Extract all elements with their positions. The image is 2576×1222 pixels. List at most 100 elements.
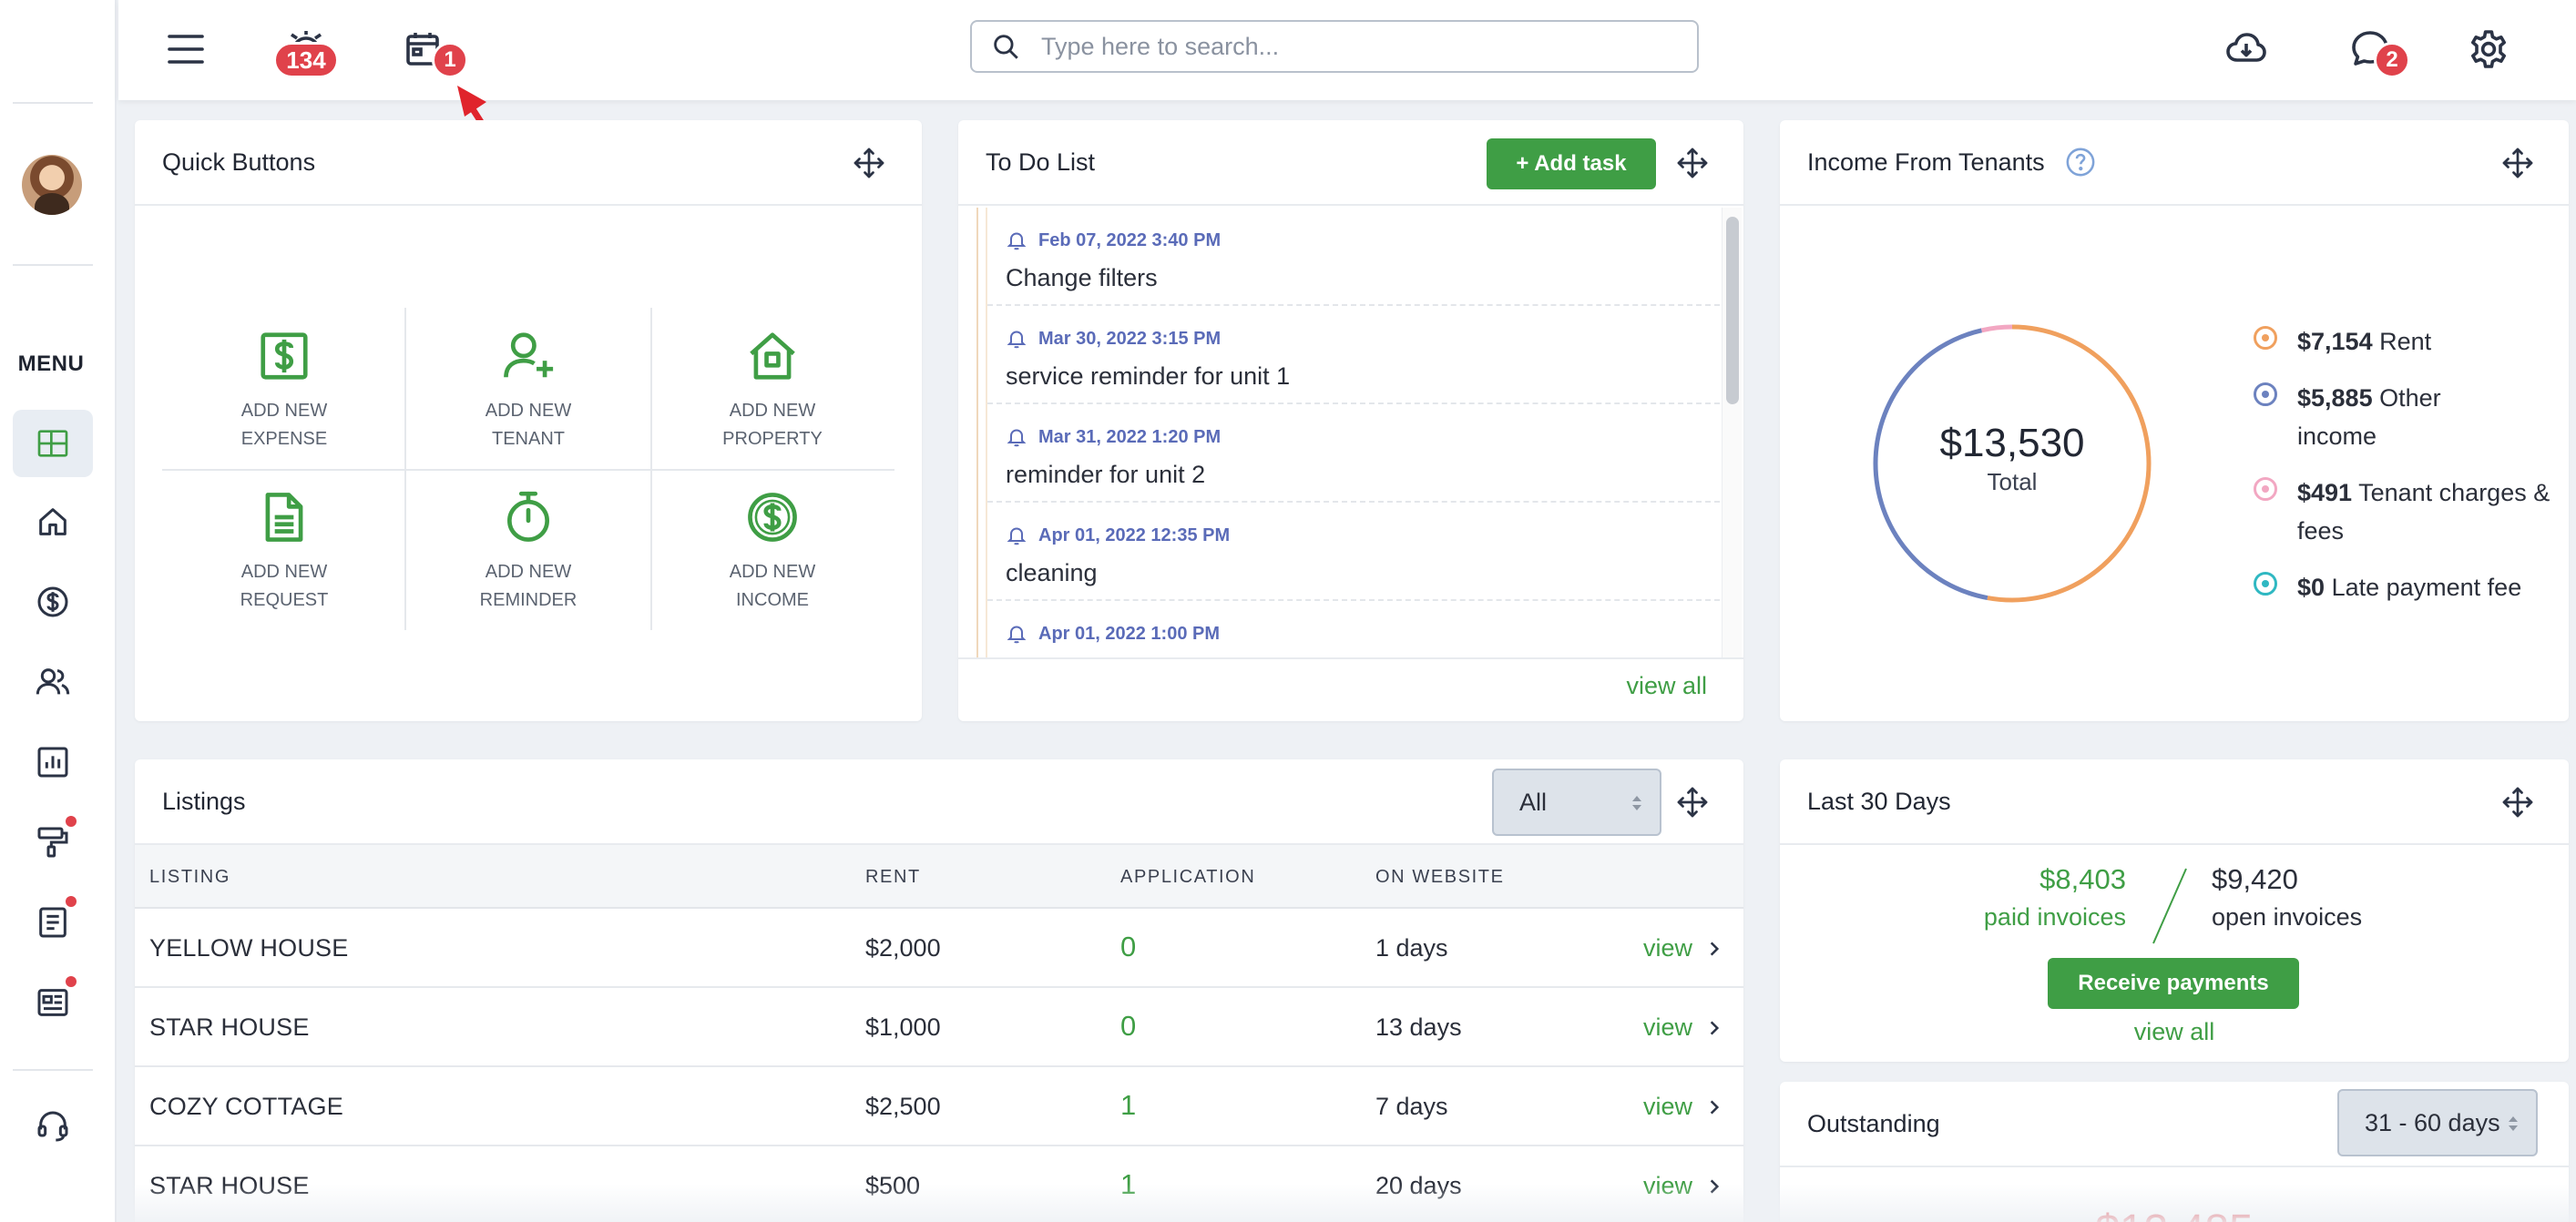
paid-amount: $8,403 (2039, 863, 2126, 895)
move-icon[interactable] (853, 147, 885, 179)
quick-button-label: ADD NEW REMINDER (479, 562, 578, 610)
select-arrows-icon (1632, 796, 1641, 810)
column-header-rent: RENT (865, 867, 921, 887)
legend-marker (2254, 326, 2277, 350)
table-row[interactable]: YELLOW HOUSE $2,000 0 1 days view (135, 909, 1743, 988)
download-button[interactable] (2217, 20, 2275, 78)
todo-date: Mar 31, 2022 1:20 PM (1006, 426, 1221, 448)
last30-view-all-link[interactable]: view all (1780, 1018, 2569, 1046)
help-icon[interactable] (2065, 147, 2096, 178)
listing-rent: $1,000 (865, 1013, 941, 1041)
hamburger-menu-button[interactable] (157, 20, 215, 78)
add-expense-button[interactable]: ADD NEW EXPENSE (162, 308, 406, 469)
select-value: All (1519, 788, 1548, 816)
quick-buttons-card: Quick Buttons ADD NEW EXPENSE ADD NEW TENA… (135, 120, 922, 721)
open-label: open invoices (2212, 903, 2363, 931)
listing-name: COZY COTTAGE (149, 1093, 343, 1120)
todo-card: To Do List + Add task Feb 07, 2022 3:40 … (958, 120, 1743, 721)
listings-filter-select[interactable]: All (1492, 769, 1661, 836)
add-property-button[interactable]: ADD NEW PROPERTY (650, 308, 894, 469)
menu-label: MENU (17, 351, 85, 376)
view-listing-link[interactable]: view (1643, 1172, 1723, 1200)
quick-button-label: ADD NEW TENANT (485, 401, 572, 449)
todo-scrollbar[interactable] (1722, 208, 1742, 657)
listing-rent: $2,000 (865, 934, 941, 962)
sidebar-item-support[interactable] (13, 1093, 93, 1160)
notification-dot (66, 976, 77, 987)
sidebar-item-documents[interactable] (13, 889, 93, 956)
todo-footer: view all (958, 657, 1743, 718)
calendar-button[interactable]: 1 (395, 20, 468, 78)
sidebar-item-properties[interactable] (13, 488, 93, 555)
add-tenant-button[interactable]: ADD NEW TENANT (406, 308, 650, 469)
card-title: Listings (162, 787, 246, 815)
outstanding-period-select[interactable]: 31 - 60 days (2337, 1089, 2538, 1156)
todo-date: Apr 01, 2022 1:00 PM (1006, 623, 1220, 645)
sidebar-item-reports[interactable] (13, 728, 93, 796)
scrollbar-thumb[interactable] (1726, 217, 1739, 404)
calendar-count-badge: 1 (432, 42, 468, 78)
todo-item[interactable]: Mar 31, 2022 1:20 PM reminder for unit 2 (987, 404, 1720, 503)
move-icon[interactable] (2501, 147, 2534, 179)
open-invoices[interactable]: $9,420 open invoices (2212, 863, 2412, 932)
quick-button-label: ADD NEW REQUEST (240, 562, 329, 610)
search-input[interactable] (1041, 32, 1661, 61)
sidebar-item-dashboard[interactable] (13, 410, 93, 477)
cloud-download-icon (2226, 33, 2266, 62)
receive-payments-button[interactable]: Receive payments (2048, 958, 2299, 1009)
view-listing-link[interactable]: view (1643, 1093, 1723, 1121)
sidebar-item-accounting[interactable] (13, 568, 93, 636)
todo-item[interactable]: Apr 01, 2022 12:35 PM cleaning (987, 503, 1720, 601)
listing-on-website: 13 days (1375, 1013, 1462, 1041)
listing-rent: $2,500 (865, 1093, 941, 1120)
listing-name: STAR HOUSE (149, 1013, 310, 1041)
card-title: To Do List (986, 148, 1096, 176)
notification-dot (66, 896, 77, 907)
quick-button-label: ADD NEW INCOME (729, 562, 816, 610)
view-listing-link[interactable]: view (1643, 1013, 1723, 1042)
todo-item[interactable]: Mar 30, 2022 3:15 PM service reminder fo… (987, 306, 1720, 404)
quick-buttons-grid: ADD NEW EXPENSE ADD NEW TENANT ADD NEW PROP… (162, 308, 894, 630)
sidebar-item-listings[interactable] (13, 969, 93, 1036)
messages-count-badge: 2 (2374, 42, 2410, 78)
sidebar-item-maintenance[interactable] (13, 809, 93, 876)
add-income-button[interactable]: ADD NEW INCOME (650, 469, 894, 630)
bell-icon (1007, 232, 1027, 250)
notification-dot (66, 816, 77, 827)
messages-button[interactable]: 2 (2341, 20, 2410, 78)
sidebar-item-people[interactable] (13, 648, 93, 716)
listing-applications: 0 (1120, 1010, 1137, 1042)
todo-view-all-link[interactable]: view all (1626, 672, 1707, 700)
open-amount: $9,420 (2212, 863, 2298, 895)
add-request-button[interactable]: ADD NEW REQUEST (162, 469, 406, 630)
add-reminder-button[interactable]: ADD NEW REMINDER (406, 469, 650, 630)
chevron-right-icon (1710, 1020, 1720, 1035)
alarm-button[interactable]: 134 (273, 20, 339, 78)
todo-item[interactable]: Apr 01, 2022 1:00 PM (987, 601, 1720, 657)
request-icon (265, 493, 303, 542)
bell-icon (1007, 527, 1027, 545)
todo-list[interactable]: Feb 07, 2022 3:40 PM Change filters Mar … (958, 208, 1720, 657)
settings-button[interactable] (2459, 20, 2518, 78)
move-icon[interactable] (1676, 786, 1709, 819)
paid-invoices[interactable]: $8,403 paid invoices (1944, 863, 2126, 932)
chevron-right-icon (1710, 1178, 1720, 1194)
view-listing-link[interactable]: view (1643, 934, 1723, 962)
add-task-button[interactable]: + Add task (1487, 138, 1656, 189)
todo-item[interactable]: Feb 07, 2022 3:40 PM Change filters (987, 208, 1720, 306)
chevron-right-icon (1710, 1099, 1720, 1115)
dollar-circle-icon (37, 586, 68, 617)
table-row[interactable]: COZY COTTAGE $2,500 1 7 days view (135, 1067, 1743, 1146)
bar-chart-icon (37, 747, 68, 778)
search-bar[interactable] (970, 20, 1699, 73)
avatar[interactable] (22, 155, 82, 215)
card-title: Last 30 Days (1807, 787, 1951, 815)
table-row[interactable]: STAR HOUSE $1,000 0 13 days view (135, 988, 1743, 1067)
table-row[interactable]: STAR HOUSE $500 1 20 days view (135, 1146, 1743, 1222)
card-title: Outstanding (1807, 1109, 1940, 1137)
income-icon (748, 493, 797, 542)
move-icon[interactable] (1676, 147, 1709, 179)
move-icon[interactable] (2501, 786, 2534, 819)
add-property-icon (750, 332, 795, 380)
alarm-count-badge: 134 (273, 42, 339, 78)
